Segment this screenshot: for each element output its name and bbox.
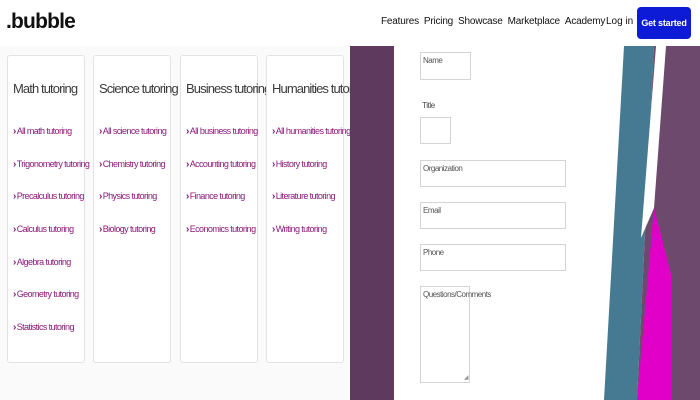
chevron-right-icon: › bbox=[99, 126, 102, 137]
chevron-right-icon: › bbox=[272, 224, 275, 236]
nav-features[interactable]: Features bbox=[381, 16, 419, 27]
card-title: Science tutoring bbox=[99, 81, 179, 96]
plum-edge bbox=[688, 46, 700, 400]
tutoring-link-label: Finance tutoring bbox=[189, 191, 246, 202]
chevron-right-icon: › bbox=[13, 126, 16, 137]
tutoring-link-label: Precalculus tutoring bbox=[16, 191, 85, 202]
tutoring-link-label: Economics tutoring bbox=[189, 224, 256, 235]
teal-stripe bbox=[604, 46, 654, 400]
card-humanities-tutoring: Humanities tutoring › All humanities tuto… bbox=[266, 55, 368, 363]
tutoring-link[interactable]: › Biology tutoring bbox=[99, 224, 166, 258]
card-link-list: › All humanities tutoring › History tutori… bbox=[272, 126, 351, 258]
tutoring-link-label: History tutoring bbox=[275, 158, 328, 169]
nav-showcase[interactable]: Showcase bbox=[458, 16, 503, 27]
tutoring-link-label: All business tutoring bbox=[189, 126, 259, 136]
tutoring-link[interactable]: › Chemistry tutoring bbox=[99, 158, 166, 193]
chevron-right-icon: › bbox=[13, 322, 16, 334]
tutoring-link[interactable]: › Calculus tutoring bbox=[13, 224, 89, 258]
title-field[interactable] bbox=[420, 117, 451, 144]
tutoring-link-label: Calculus tutoring bbox=[16, 224, 74, 235]
tutoring-link-label: All humanities tutoring bbox=[275, 126, 351, 136]
nav-pricing[interactable]: Pricing bbox=[424, 16, 453, 27]
resize-handle-icon[interactable]: ◢ bbox=[464, 375, 469, 381]
tutoring-link[interactable]: › All business tutoring bbox=[186, 126, 259, 160]
tutoring-link[interactable]: › Finance tutoring bbox=[186, 191, 258, 225]
tutoring-link-label: Biology tutoring bbox=[102, 224, 156, 235]
nav-academy[interactable]: Academy bbox=[565, 16, 605, 27]
comments-placeholder: Questions/Comments bbox=[423, 290, 491, 299]
tutoring-link[interactable]: › Writing tutoring bbox=[272, 224, 350, 258]
white-backdrop bbox=[604, 46, 700, 400]
tutoring-section: Math tutoring › All math tutoring › Trigon… bbox=[0, 46, 368, 400]
tutoring-link[interactable]: › All science tutoring bbox=[99, 126, 167, 160]
tutoring-link[interactable]: › Precalculus tutoring bbox=[13, 191, 89, 225]
card-link-list: › All business tutoring › Accounting tutor… bbox=[186, 126, 259, 258]
chevron-right-icon: › bbox=[272, 191, 275, 203]
chevron-right-icon: › bbox=[99, 158, 102, 170]
tutoring-link-label: Chemistry tutoring bbox=[102, 158, 166, 169]
chevron-right-icon: › bbox=[186, 158, 189, 170]
tutoring-link-label: Trigonometry tutoring bbox=[16, 158, 90, 169]
tutoring-link[interactable]: › All math tutoring bbox=[13, 126, 89, 160]
tutoring-link[interactable]: › Physics tutoring bbox=[99, 191, 166, 225]
chevron-right-icon: › bbox=[272, 158, 275, 170]
card-title: Math tutoring bbox=[13, 81, 78, 96]
tutoring-link-label: Statistics tutoring bbox=[16, 322, 75, 333]
chevron-right-icon: › bbox=[99, 191, 102, 203]
tutoring-link-label: All math tutoring bbox=[16, 126, 72, 136]
main-nav: Features Pricing Showcase Marketplace Ac… bbox=[381, 16, 605, 27]
card-math-tutoring: Math tutoring › All math tutoring › Trigon… bbox=[7, 55, 90, 363]
white-sliver bbox=[641, 46, 666, 238]
tutoring-link[interactable]: › Literature tutoring bbox=[272, 191, 350, 225]
chevron-right-icon: › bbox=[272, 126, 275, 137]
bubble-logo[interactable]: .bubble bbox=[6, 10, 76, 34]
tutoring-link[interactable]: › All humanities tutoring bbox=[272, 126, 351, 160]
chevron-right-icon: › bbox=[13, 224, 16, 236]
tutoring-link-label: Physics tutoring bbox=[102, 191, 158, 202]
magenta-stripe bbox=[637, 208, 672, 400]
plum-panel bbox=[637, 46, 700, 400]
decorative-band bbox=[350, 46, 394, 400]
nav-marketplace[interactable]: Marketplace bbox=[508, 16, 560, 27]
card-business-tutoring: Business tutoring › All business tutoring… bbox=[180, 55, 271, 363]
tutoring-link-label: Accounting tutoring bbox=[189, 158, 256, 169]
tutoring-link-label: All science tutoring bbox=[102, 126, 167, 136]
tutoring-link[interactable]: › Economics tutoring bbox=[186, 224, 258, 258]
name-field[interactable]: Name bbox=[420, 52, 471, 80]
chevron-right-icon: › bbox=[13, 256, 16, 268]
chevron-right-icon: › bbox=[13, 158, 16, 170]
card-link-list: › All science tutoring › Chemistry tutorin… bbox=[99, 126, 167, 258]
card-science-tutoring: Science tutoring › All science tutoring ›… bbox=[93, 55, 179, 363]
card-link-list: › All math tutoring › Trigonometry tutorin… bbox=[13, 126, 90, 356]
chevron-right-icon: › bbox=[186, 191, 189, 203]
site-header: .bubble Features Pricing Showcase Market… bbox=[0, 0, 700, 46]
tutoring-link[interactable]: › History tutoring bbox=[272, 158, 350, 193]
chevron-right-icon: › bbox=[99, 224, 102, 236]
tutoring-link-label: Algebra tutoring bbox=[16, 256, 72, 267]
get-started-button[interactable]: Get started bbox=[637, 7, 691, 39]
email-field[interactable]: Email bbox=[420, 202, 566, 229]
tutoring-link[interactable]: › Statistics tutoring bbox=[13, 322, 89, 356]
tutoring-link[interactable]: › Trigonometry tutoring bbox=[13, 158, 90, 193]
phone-field[interactable]: Phone bbox=[420, 244, 566, 271]
tutoring-link[interactable]: › Algebra tutoring bbox=[13, 256, 89, 291]
tutoring-link-label: Geometry tutoring bbox=[16, 289, 79, 300]
chevron-right-icon: › bbox=[13, 191, 16, 203]
title-label: Title bbox=[422, 101, 435, 110]
tutoring-link-label: Writing tutoring bbox=[275, 224, 327, 235]
organization-field[interactable]: Organization bbox=[420, 160, 566, 187]
chevron-right-icon: › bbox=[13, 289, 16, 301]
tutoring-link-label: Literature tutoring bbox=[275, 191, 336, 202]
card-title: Business tutoring bbox=[186, 81, 271, 96]
login-link[interactable]: Log in bbox=[606, 16, 633, 27]
chevron-right-icon: › bbox=[186, 224, 189, 236]
tutoring-link[interactable]: › Accounting tutoring bbox=[186, 158, 258, 193]
contact-form: Name Title Organization Email Phone Ques… bbox=[394, 46, 604, 400]
chevron-right-icon: › bbox=[186, 126, 189, 137]
comments-textarea[interactable]: Questions/Comments ◢ bbox=[420, 286, 491, 383]
tutoring-link[interactable]: › Geometry tutoring bbox=[13, 290, 89, 323]
